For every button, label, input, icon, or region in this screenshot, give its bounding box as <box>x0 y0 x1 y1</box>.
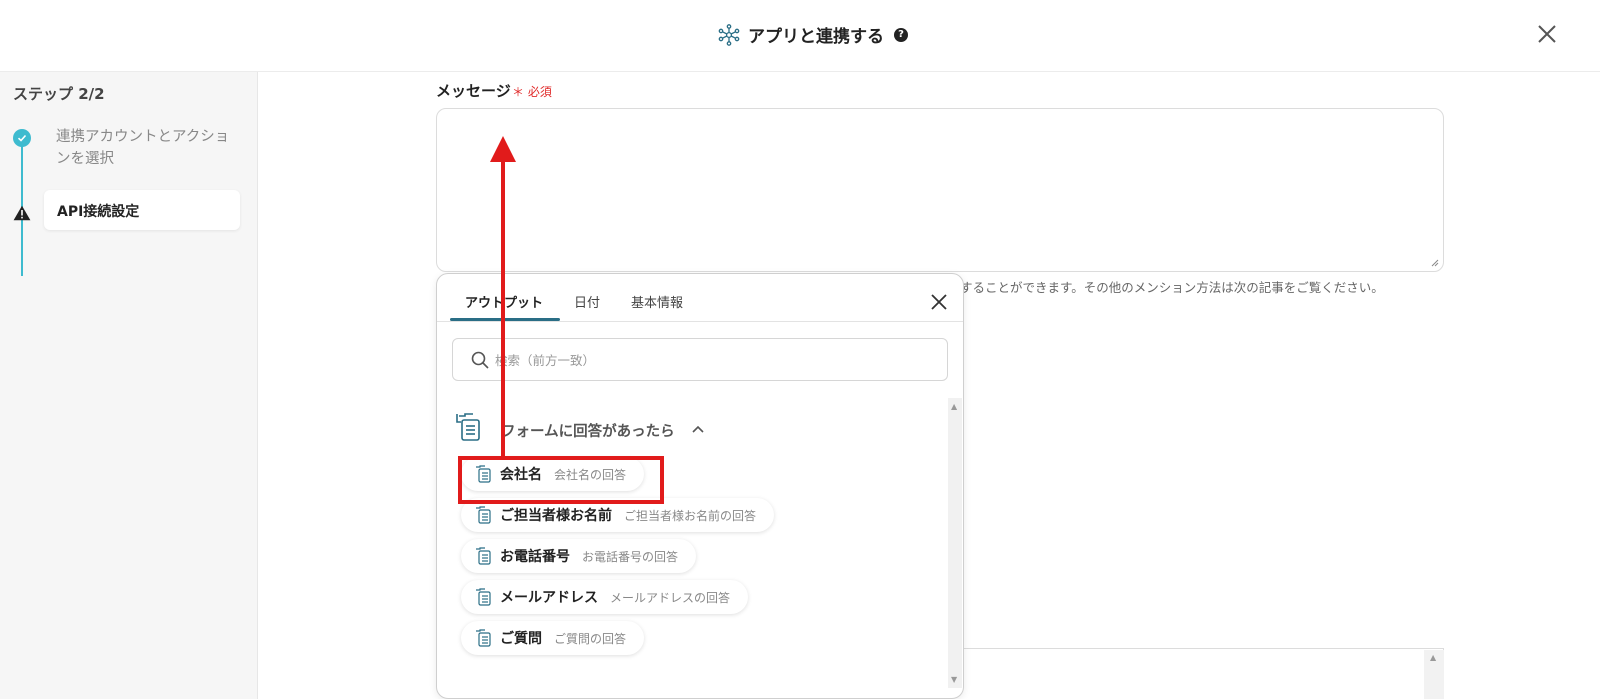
picker-tabs: アウトプット 日付 基本情報 <box>437 274 963 322</box>
output-item-desc: ご質問の回答 <box>554 631 627 646</box>
resize-handle-icon[interactable] <box>1431 259 1439 267</box>
next-field-scrollbar[interactable]: ▲ <box>1424 650 1444 699</box>
form-item-icon <box>476 547 491 565</box>
help-icon[interactable]: ? <box>894 27 908 42</box>
step-sidebar: ステップ 2/2 連携アカウントとアクションを選択 API接続設定 <box>0 72 258 699</box>
step-count: ステップ 2/2 <box>13 85 105 103</box>
output-item-desc: メールアドレスの回答 <box>610 590 731 605</box>
chevron-up-icon[interactable] <box>691 423 705 435</box>
output-item-email[interactable]: メールアドレス メールアドレスの回答 <box>461 580 749 614</box>
output-item-desc: ご担当者様お名前の回答 <box>624 508 757 523</box>
form-item-icon <box>476 588 491 606</box>
search-field[interactable] <box>452 338 948 381</box>
app-header: アプリと連携する ? <box>0 0 1600 72</box>
warning-icon <box>13 205 31 221</box>
trigger-group-label[interactable]: フォームに回答があったら <box>501 420 675 441</box>
tab-date[interactable]: 日付 <box>574 292 600 311</box>
step-2-item[interactable]: API接続設定 <box>44 190 240 230</box>
scroll-up-icon[interactable]: ▲ <box>951 402 957 411</box>
output-item-phone[interactable]: お電話番号 お電話番号の回答 <box>461 539 697 573</box>
required-badge: ＊ 必須 <box>512 85 552 99</box>
search-input[interactable] <box>495 350 925 370</box>
search-icon <box>471 351 489 369</box>
output-item-desc: お電話番号の回答 <box>582 549 679 564</box>
output-item-name: ご担当者様お名前 <box>500 508 612 524</box>
output-item-question[interactable]: ご質問 ご質問の回答 <box>461 621 645 655</box>
scroll-down-icon[interactable]: ▼ <box>951 675 957 684</box>
annotation-arrow-head <box>490 136 516 162</box>
output-item-name: メールアドレス <box>500 590 598 606</box>
message-label: メッセージ <box>436 82 511 100</box>
step-1-label[interactable]: 連携アカウントとアクションを選択 <box>56 126 236 170</box>
dialog-title-text: アプリと連携する <box>748 27 884 47</box>
mention-hint: することができます。その他のメンション方法は次の記事をご覧ください。 <box>960 280 1384 295</box>
dialog-title: アプリと連携する ? <box>718 22 908 47</box>
output-item-name: お電話番号 <box>500 549 570 565</box>
annotation-arrow <box>501 157 505 457</box>
check-icon <box>13 129 31 147</box>
list-scrollbar[interactable]: ▲ ▼ <box>948 398 962 688</box>
step-2-label: API接続設定 <box>57 204 140 220</box>
form-item-icon <box>476 629 491 647</box>
popup-close-icon[interactable] <box>929 292 949 312</box>
next-field[interactable] <box>960 648 1444 699</box>
tab-basic-info[interactable]: 基本情報 <box>631 292 683 311</box>
form-item-icon <box>476 506 491 524</box>
integration-hub-icon <box>718 23 740 46</box>
active-tab-indicator <box>450 318 560 321</box>
message-textarea[interactable] <box>436 108 1444 272</box>
close-icon[interactable] <box>1535 22 1559 46</box>
output-item-name: ご質問 <box>500 631 542 647</box>
annotation-highlight-box <box>458 456 664 504</box>
form-icon <box>456 413 480 441</box>
